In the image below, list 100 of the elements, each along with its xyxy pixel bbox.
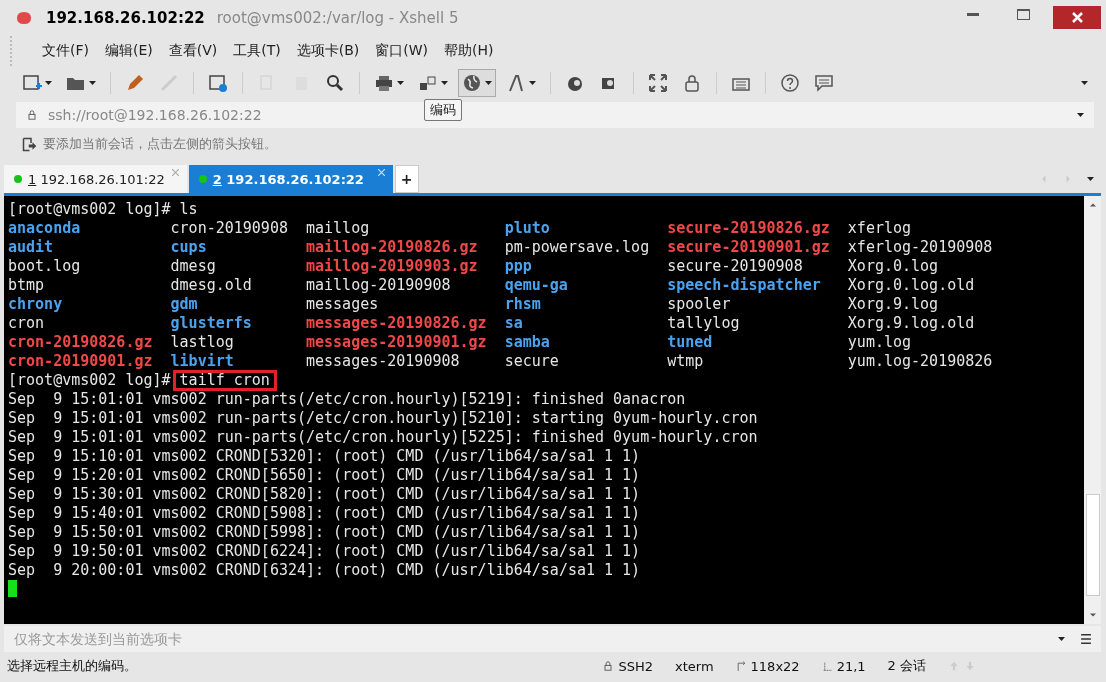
file-name: secure-20190908 <box>667 257 804 276</box>
terminal-line: [root@vms002 log]# ls <box>8 200 199 219</box>
tab-menu-caret-icon[interactable] <box>1087 177 1094 181</box>
file-name: sa <box>504 314 524 333</box>
file-name: secure-20190901.gz <box>667 238 831 257</box>
new-tab-button[interactable]: + <box>394 165 419 193</box>
file-name: boot.log <box>8 257 82 276</box>
file-name: pluto <box>504 219 551 238</box>
status-message: 选择远程主机的编码。 <box>7 657 137 675</box>
chat-icon[interactable] <box>814 73 834 93</box>
menu-item[interactable]: 文件(F) <box>34 42 97 60</box>
file-name: speech-dispatcher <box>667 276 822 295</box>
new-window-icon[interactable] <box>22 73 42 93</box>
file-name: Xorg.0.log.old <box>847 276 976 295</box>
size-text: 118x22 <box>750 658 800 674</box>
caret-icon[interactable] <box>397 81 404 85</box>
file-name: Xorg.9.log <box>847 295 940 314</box>
terminal-screen[interactable] <box>4 196 1084 624</box>
file-name: yum.log-20190826 <box>847 352 994 371</box>
file-name: libvirt <box>170 352 235 371</box>
menu-item[interactable]: 查看(V) <box>160 42 226 60</box>
file-name: pm-powersave.log <box>504 238 651 257</box>
session-tab[interactable]: 2 192.168.26.102:22 <box>188 165 393 193</box>
file-name: xferlog-20190908 <box>847 238 994 257</box>
terminal-line: Sep 9 15:20:01 vms002 CROND[5650]: (root) CMD (/usr/lib64/sa/sa1 1 1) <box>8 466 642 485</box>
cursor-position-text: 21,1 <box>836 658 866 674</box>
close-icon[interactable] <box>377 169 385 176</box>
file-name: qemu-ga <box>504 276 569 295</box>
caret-icon[interactable] <box>485 81 492 85</box>
compose-caret-icon[interactable] <box>1058 637 1065 641</box>
terminal-line: Sep 9 15:01:01 vms002 run-parts(/etc/cron.hourly)[5210]: starting 0yum-hourly.cron <box>8 409 759 428</box>
file-name: gdm <box>170 295 199 314</box>
file-name: messages <box>306 295 380 314</box>
file-name: cron <box>8 314 46 333</box>
file-name: lastlog <box>170 333 235 352</box>
file-name: messages-20190901.gz <box>306 333 488 352</box>
lock-icon <box>602 660 615 672</box>
printer-icon[interactable] <box>374 73 394 93</box>
lock-icon <box>26 109 38 121</box>
terminal-line: Sep 9 15:01:01 vms002 run-parts(/etc/cron.hourly)[5219]: finished 0anacron <box>8 390 687 409</box>
terminal-line: Sep 9 20:00:01 vms002 CROND[6324]: (root) CMD (/usr/lib64/sa/sa1 1 1) <box>8 561 642 580</box>
menu-item[interactable]: 选项卡(B) <box>288 42 368 60</box>
terminal-line: Sep 9 15:30:01 vms002 CROND[5820]: (root) CMD (/usr/lib64/sa/sa1 1 1) <box>8 485 642 504</box>
menu-item[interactable]: 帮助(H) <box>436 42 502 60</box>
menu-item[interactable]: 窗口(W) <box>367 42 437 60</box>
file-name: ppp <box>504 257 533 276</box>
close-button[interactable] <box>1053 6 1101 29</box>
file-name: maillog-20190903.gz <box>306 257 479 276</box>
file-name: rhsm <box>504 295 542 314</box>
menu-item[interactable]: 编辑(E) <box>97 42 161 60</box>
file-name: tuned <box>667 333 714 352</box>
menu-item[interactable]: 工具(T) <box>225 42 289 60</box>
arrow-icon[interactable] <box>22 136 37 152</box>
file-name: btmp <box>8 276 46 295</box>
menu-icon[interactable] <box>1079 632 1093 646</box>
search-icon[interactable] <box>325 73 345 93</box>
terminal-line: Sep 9 15:10:01 vms002 CROND[5320]: (root) CMD (/usr/lib64/sa/sa1 1 1) <box>8 447 642 466</box>
file-name: maillog <box>306 219 371 238</box>
compose-field[interactable]: 仅将文本发送到当前选项卡 <box>4 626 1101 652</box>
caret-icon[interactable] <box>89 81 96 85</box>
file-name: messages-20190908 <box>306 352 461 371</box>
cursor <box>8 580 17 597</box>
terminal-line: Sep 9 15:50:01 vms002 CROND[5998]: (root) CMD (/usr/lib64/sa/sa1 1 1) <box>8 523 642 542</box>
lock-icon[interactable] <box>682 73 702 93</box>
file-name: glusterfs <box>170 314 253 333</box>
file-name: dmesg.old <box>170 276 253 295</box>
window-title: 192.168.26.102:22 <box>46 9 205 27</box>
file-name: tallylog <box>667 314 741 333</box>
file-name: dmesg <box>170 257 217 276</box>
terminal-prompt: [root@vms002 log]# <box>8 371 172 389</box>
session-tab[interactable]: 1 192.168.26.101:22 <box>4 165 187 193</box>
file-name: messages-20190826.gz <box>306 314 488 333</box>
minimize-icon[interactable] <box>967 12 979 16</box>
file-name: Xorg.0.log <box>847 257 940 276</box>
maximize-icon[interactable] <box>1016 8 1030 20</box>
caret-icon[interactable] <box>441 81 448 85</box>
scrollbar-thumb[interactable] <box>1085 494 1100 596</box>
status-dot <box>198 175 207 183</box>
file-name: cron-20190908 <box>170 219 289 238</box>
dropdown-caret-icon[interactable] <box>1077 113 1084 117</box>
pencil-icon[interactable] <box>125 73 145 93</box>
help-icon[interactable] <box>780 73 800 93</box>
window-subtitle: root@vms002:/var/log - Xshell 5 <box>216 9 459 27</box>
file-name: samba <box>504 333 551 352</box>
file-name: yum.log <box>847 333 913 352</box>
caret-icon[interactable] <box>45 81 52 85</box>
file-name: maillog-20190826.gz <box>306 238 479 257</box>
overflow-caret-icon[interactable] <box>1081 81 1088 85</box>
compose-input[interactable]: 仅将文本发送到当前选项卡 <box>12 630 1058 648</box>
file-name: chrony <box>8 295 64 314</box>
caret-icon[interactable] <box>529 81 536 85</box>
file-name: secure <box>504 352 560 371</box>
globe-icon[interactable] <box>462 73 482 93</box>
protocol-text: SSH2 <box>618 658 653 674</box>
fullscreen-icon[interactable] <box>648 73 668 93</box>
file-name: cron-20190826.gz <box>8 333 154 352</box>
terminal-command: tailf cron <box>175 373 274 388</box>
status-dot <box>14 175 22 183</box>
properties-icon[interactable] <box>208 73 228 93</box>
file-name: secure-20190826.gz <box>667 219 831 238</box>
